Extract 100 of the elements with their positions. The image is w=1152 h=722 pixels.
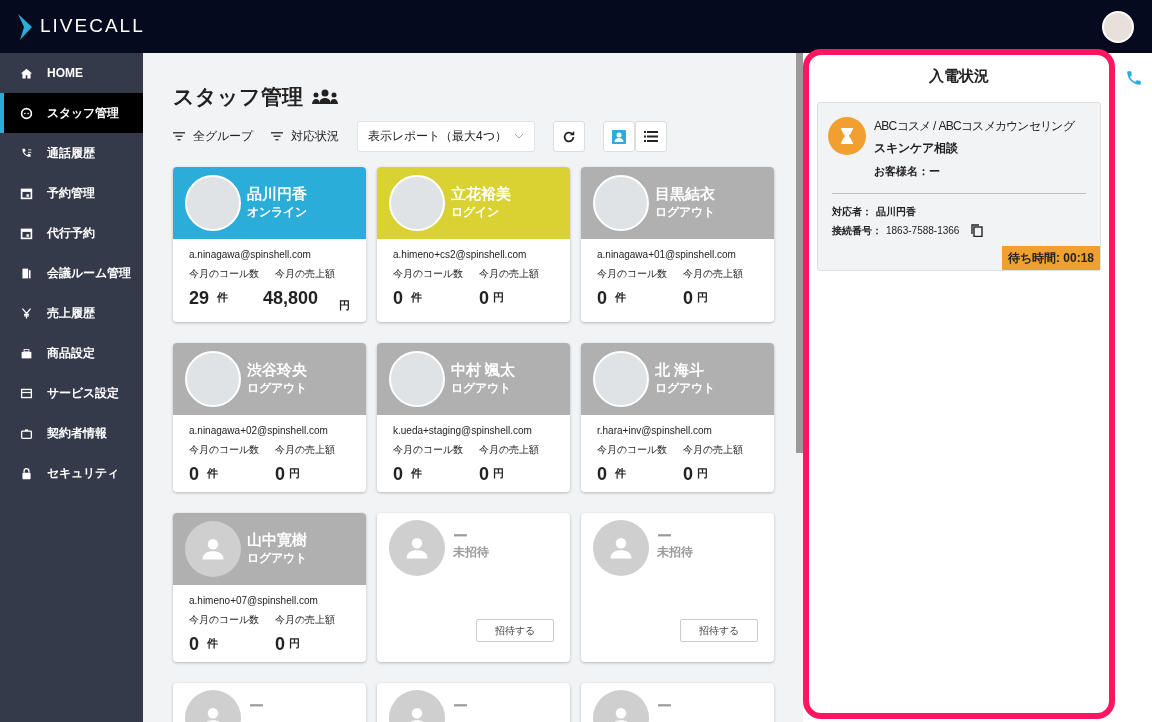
- phone-icon[interactable]: [1124, 69, 1143, 87]
- sidebar-item[interactable]: 会議ルーム管理: [0, 253, 143, 293]
- yen-icon: [20, 306, 33, 320]
- sidebar-item[interactable]: セキュリティ: [0, 453, 143, 493]
- topic-text: スキンケア相談: [874, 139, 959, 157]
- stat-label: 今月の売上額: [275, 443, 335, 457]
- view-toggle-button[interactable]: [635, 120, 667, 152]
- staff-name: ー: [657, 698, 672, 713]
- call-count: 0: [189, 635, 199, 653]
- report-select[interactable]: 表示レポート（最大4つ）: [357, 120, 535, 152]
- refresh-button[interactable]: [553, 120, 585, 152]
- filter-button[interactable]: 全グループ: [173, 127, 253, 145]
- connection-number: 1863-7588-1366: [886, 224, 960, 238]
- sidebar-item[interactable]: 予約管理: [0, 173, 143, 213]
- person-card-icon: [612, 129, 626, 144]
- sales-amount: 0: [275, 635, 285, 653]
- view-toggle-button[interactable]: [603, 120, 635, 152]
- sidebar-item[interactable]: 代行予約: [0, 213, 143, 253]
- unit-label: 円: [697, 289, 708, 305]
- stat-label: 今月のコール数: [597, 443, 668, 457]
- invite-button[interactable]: 招待する: [680, 619, 758, 642]
- calendar-icon: [20, 186, 33, 200]
- staff-email: a.himeno+07@spinshell.com: [189, 594, 319, 608]
- stat-label: 今月のコール数: [189, 443, 260, 457]
- briefcase-icon: [20, 426, 33, 440]
- staff-name: ー: [453, 528, 469, 543]
- staff-status: ログイン: [451, 203, 500, 221]
- list-icon: [644, 131, 658, 143]
- gift-icon: [20, 346, 33, 360]
- phone-list-icon: [20, 146, 33, 160]
- unit-label: 件: [615, 289, 626, 305]
- sidebar-item[interactable]: HOME: [0, 53, 143, 93]
- sales-amount: 0: [683, 288, 693, 307]
- staff-name: 中村 颯太: [451, 361, 516, 379]
- staff-email: k.ueda+staging@spinshell.com: [393, 424, 533, 438]
- unit-label: 円: [289, 466, 300, 481]
- staff-status: オンライン: [247, 203, 307, 221]
- stat-label: 今月のコール数: [393, 443, 464, 457]
- door-icon: [20, 266, 33, 280]
- sales-amount: 0: [479, 288, 489, 307]
- staff-name: ー: [657, 528, 673, 543]
- sidebar-item[interactable]: スタッフ管理: [0, 93, 143, 133]
- invite-button[interactable]: 招待する: [476, 619, 554, 642]
- stat-label: 今月の売上額: [275, 266, 335, 281]
- sidebar-item[interactable]: 売上履歴: [0, 293, 143, 333]
- unit-label: 件: [217, 289, 229, 305]
- company-text: ABCコスメ / ABCコスメカウンセリング: [874, 117, 1074, 135]
- staff-email: a.himeno+cs2@spinshell.com: [393, 247, 528, 262]
- unit-label: 円: [697, 466, 708, 481]
- staff-name: 目黒結衣: [655, 184, 715, 203]
- staff-name: 立花裕美: [451, 184, 511, 203]
- customer-name: お客様名：ー: [874, 163, 941, 179]
- staff-status: 未招待: [453, 544, 489, 561]
- number-label: 接続番号：: [832, 224, 882, 238]
- staff-status: ログアウト: [655, 203, 715, 221]
- scrollbar[interactable]: [796, 53, 803, 453]
- agent-name: 品川円香: [876, 205, 916, 219]
- chevron-down-icon: [514, 133, 524, 139]
- unit-label: 件: [615, 466, 626, 481]
- logo-text: LIVECALL: [40, 14, 145, 39]
- call-count: 0: [597, 465, 607, 483]
- user-avatar-photo-placeholder[interactable]: [1102, 10, 1134, 43]
- unit-label: 件: [207, 466, 218, 481]
- window-icon: [20, 386, 33, 400]
- unit-label: 円: [493, 289, 504, 305]
- sidebar-item[interactable]: 通話履歴: [0, 133, 143, 173]
- sales-amount: 0: [275, 465, 285, 483]
- call-count: 0: [393, 288, 403, 307]
- staff-name: ー: [249, 698, 264, 713]
- staff-name: 北 海斗: [655, 361, 706, 379]
- sidebar-item[interactable]: サービス設定: [0, 373, 143, 413]
- stat-label: 今月のコール数: [189, 266, 260, 281]
- unit-label: 円: [493, 466, 504, 481]
- filter-button[interactable]: 対応状況: [271, 127, 339, 145]
- staff-status: ログアウト: [655, 380, 715, 397]
- filter-icon: [173, 131, 185, 141]
- unit-label: 件: [207, 636, 218, 651]
- staff-name: ー: [453, 698, 468, 713]
- unit-label: 円: [289, 636, 300, 651]
- staff-name: 渋谷玲央: [247, 361, 307, 379]
- staff-status: ログアウト: [451, 380, 512, 397]
- staff-email: a.ninagawa+02@spinshell.com: [189, 424, 329, 438]
- sidebar-item[interactable]: 契約者情報: [0, 413, 143, 453]
- refresh-icon: [562, 129, 576, 144]
- sidebar-item[interactable]: 商品設定: [0, 333, 143, 373]
- filter-icon: [271, 131, 283, 141]
- copy-icon[interactable]: [971, 224, 984, 237]
- lock-icon: [20, 466, 33, 480]
- hourglass-icon: [828, 116, 866, 155]
- call-count: 29: [189, 288, 210, 307]
- home-icon: [20, 66, 33, 80]
- sales-amount: 48,800: [263, 288, 320, 307]
- unit-label: 円: [339, 297, 350, 313]
- call-count: 0: [189, 465, 199, 483]
- page-title: スタッフ管理: [173, 84, 303, 110]
- stat-label: 今月の売上額: [479, 266, 539, 281]
- staff-email: r.hara+inv@spinshell.com: [597, 424, 713, 438]
- stat-label: 今月のコール数: [393, 266, 464, 281]
- stat-label: 今月の売上額: [275, 613, 335, 627]
- agent-label: 対応者：: [832, 205, 872, 219]
